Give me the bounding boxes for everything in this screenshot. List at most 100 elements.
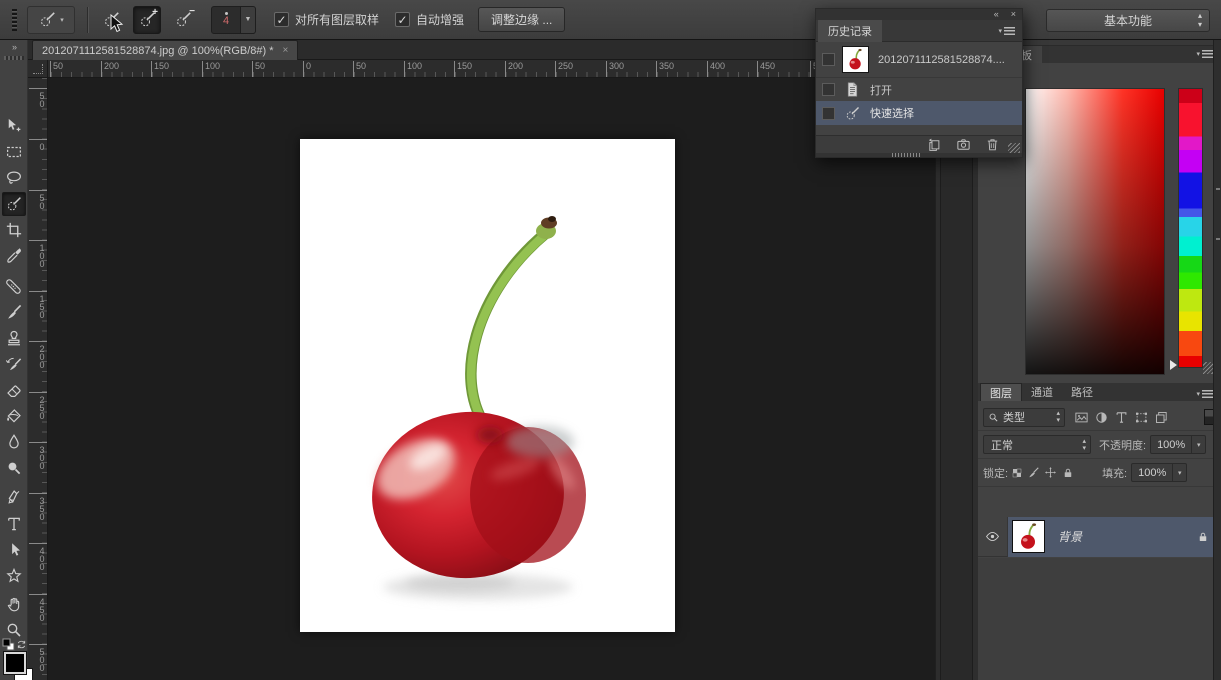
layer-name: 背景 bbox=[1058, 528, 1082, 545]
brush-size-dropdown-button[interactable]: ▼ bbox=[241, 6, 256, 34]
opacity-combo[interactable]: 100% ▾ bbox=[1150, 435, 1206, 454]
lasso-tool[interactable] bbox=[2, 166, 26, 190]
shape-star-icon bbox=[5, 567, 23, 585]
subtract-from-selection-mode-button[interactable]: − bbox=[169, 6, 197, 34]
history-source-checkbox[interactable] bbox=[822, 53, 835, 66]
brush-tool[interactable] bbox=[2, 300, 26, 324]
hue-slider-strip[interactable] bbox=[1178, 88, 1203, 368]
quick-selection-icon bbox=[38, 10, 57, 29]
tab-history[interactable]: 历史记录 bbox=[818, 20, 882, 42]
history-step-open[interactable]: 打开 bbox=[816, 78, 1022, 101]
search-icon bbox=[988, 412, 999, 423]
eraser-tool[interactable] bbox=[2, 378, 26, 402]
tool-preset-picker[interactable]: ▾ bbox=[27, 6, 75, 34]
custom-shape-tool[interactable] bbox=[2, 564, 26, 588]
tools-panel: » bbox=[0, 40, 28, 680]
brush-icon bbox=[1027, 466, 1040, 479]
filter-type-combo[interactable]: 类型 ▴▾ bbox=[983, 408, 1065, 427]
panel-menu-icon[interactable]: ▾ bbox=[1196, 50, 1213, 58]
move-tool[interactable] bbox=[2, 114, 26, 138]
default-colors-icon[interactable] bbox=[2, 638, 15, 651]
panel-drag-grip[interactable] bbox=[892, 153, 922, 157]
panel-menu-icon[interactable]: ▾ bbox=[1196, 390, 1213, 398]
lock-all-button[interactable] bbox=[1059, 464, 1076, 482]
path-selection-tool[interactable] bbox=[2, 538, 26, 562]
ruler-origin-corner[interactable] bbox=[28, 60, 48, 78]
clone-stamp-icon bbox=[5, 329, 23, 347]
layers-empty-area bbox=[978, 558, 1221, 680]
close-panel-icon[interactable]: × bbox=[1011, 9, 1016, 20]
fill-combo[interactable]: 100% ▾ bbox=[1131, 463, 1187, 482]
tab-paths[interactable]: 路径 bbox=[1062, 383, 1102, 401]
vertical-ruler[interactable]: 50 0 50 100 150 200 250 300 350 400 450 … bbox=[28, 78, 48, 680]
history-source-checkbox[interactable] bbox=[822, 107, 835, 120]
tools-collapse-icon[interactable]: » bbox=[0, 42, 28, 52]
workspace-switcher[interactable]: 基本功能 ▴▾ bbox=[1046, 9, 1210, 32]
type-tool[interactable] bbox=[2, 512, 26, 536]
canvas-area[interactable] bbox=[48, 78, 935, 680]
document-canvas[interactable] bbox=[300, 139, 675, 632]
brush-icon bbox=[5, 303, 23, 321]
new-snapshot-camera-icon[interactable] bbox=[956, 137, 971, 152]
horizontal-ruler[interactable]: 50 200 150 100 50 0 50 100 150 200 250 3… bbox=[48, 60, 935, 78]
blur-tool[interactable] bbox=[2, 430, 26, 454]
tools-grip[interactable] bbox=[4, 56, 24, 60]
lock-transparency-button[interactable] bbox=[1008, 464, 1025, 482]
ruler-label: 200 bbox=[101, 61, 119, 78]
quick-selection-tool[interactable] bbox=[2, 192, 26, 216]
ruler-label: 250 bbox=[29, 392, 47, 419]
filter-shape-layers-button[interactable] bbox=[1131, 408, 1151, 426]
sample-all-layers-checkbox[interactable]: ✓ bbox=[274, 12, 289, 27]
options-bar-grip[interactable] bbox=[12, 9, 17, 31]
dropdown-arrow-icon[interactable]: ▾ bbox=[1172, 464, 1186, 481]
hand-tool[interactable] bbox=[2, 592, 26, 616]
pen-tool[interactable] bbox=[2, 486, 26, 510]
spot-healing-brush-tool[interactable] bbox=[2, 274, 26, 298]
history-step-quick-selection[interactable]: 快速选择 bbox=[816, 101, 1022, 125]
dodge-tool[interactable] bbox=[2, 456, 26, 480]
add-to-selection-mode-button[interactable]: + bbox=[133, 6, 161, 34]
history-panel-controls: « × bbox=[816, 9, 1022, 20]
ruler-label: 150 bbox=[151, 61, 169, 78]
hue-slider-handle[interactable] bbox=[1170, 360, 1177, 370]
lock-pixels-button[interactable] bbox=[1025, 464, 1042, 482]
eyedropper-tool[interactable] bbox=[2, 244, 26, 268]
history-snapshot-row[interactable]: 2012071112581528874.... bbox=[816, 42, 1022, 78]
lock-position-button[interactable] bbox=[1042, 464, 1059, 482]
layer-row-selected-area[interactable]: 背景 bbox=[1008, 517, 1221, 557]
history-source-checkbox[interactable] bbox=[822, 83, 835, 96]
tab-channels[interactable]: 通道 bbox=[1022, 383, 1062, 401]
ruler-label: 350 bbox=[29, 493, 47, 520]
blend-mode-combo[interactable]: 正常 ▴▾ bbox=[983, 435, 1091, 454]
layer-visibility-toggle[interactable] bbox=[978, 517, 1008, 557]
filter-type-layers-button[interactable] bbox=[1111, 408, 1131, 426]
history-brush-tool[interactable] bbox=[2, 352, 26, 376]
auto-enhance-checkbox[interactable]: ✓ bbox=[395, 12, 410, 27]
clone-stamp-tool[interactable] bbox=[2, 326, 26, 350]
paint-bucket-tool[interactable] bbox=[2, 404, 26, 428]
ruler-label: 100 bbox=[404, 61, 422, 78]
filter-smart-objects-button[interactable] bbox=[1151, 408, 1171, 426]
layer-row-background[interactable]: 背景 bbox=[978, 517, 1221, 557]
rectangular-marquee-tool[interactable] bbox=[2, 140, 26, 164]
refine-edge-button[interactable]: 调整边缘 ... bbox=[478, 7, 565, 32]
delete-state-trash-icon[interactable] bbox=[985, 137, 1000, 152]
document-tab[interactable]: 2012071112581528874.jpg @ 100%(RGB/8#) *… bbox=[32, 40, 298, 60]
type-icon bbox=[5, 515, 23, 533]
tab-layers[interactable]: 图层 bbox=[980, 383, 1022, 401]
foreground-color-swatch[interactable] bbox=[4, 652, 26, 674]
document-icon bbox=[844, 81, 861, 98]
dropdown-arrow-icon[interactable]: ▾ bbox=[1191, 436, 1205, 453]
close-tab-icon[interactable]: × bbox=[283, 45, 289, 56]
minus-icon: − bbox=[189, 6, 195, 17]
brush-size-picker[interactable]: 4 ▼ bbox=[211, 6, 256, 34]
fill-value: 100% bbox=[1132, 467, 1172, 479]
filter-pixel-layers-button[interactable] bbox=[1071, 408, 1091, 426]
panel-menu-icon[interactable]: ▾ bbox=[998, 27, 1015, 35]
filter-adjustment-layers-button[interactable] bbox=[1091, 408, 1111, 426]
swap-colors-icon[interactable] bbox=[16, 639, 27, 650]
saturation-brightness-field[interactable] bbox=[1025, 88, 1165, 375]
new-document-from-state-icon[interactable] bbox=[927, 137, 942, 152]
crop-tool[interactable] bbox=[2, 218, 26, 242]
collapse-panel-icon[interactable]: « bbox=[994, 9, 999, 20]
